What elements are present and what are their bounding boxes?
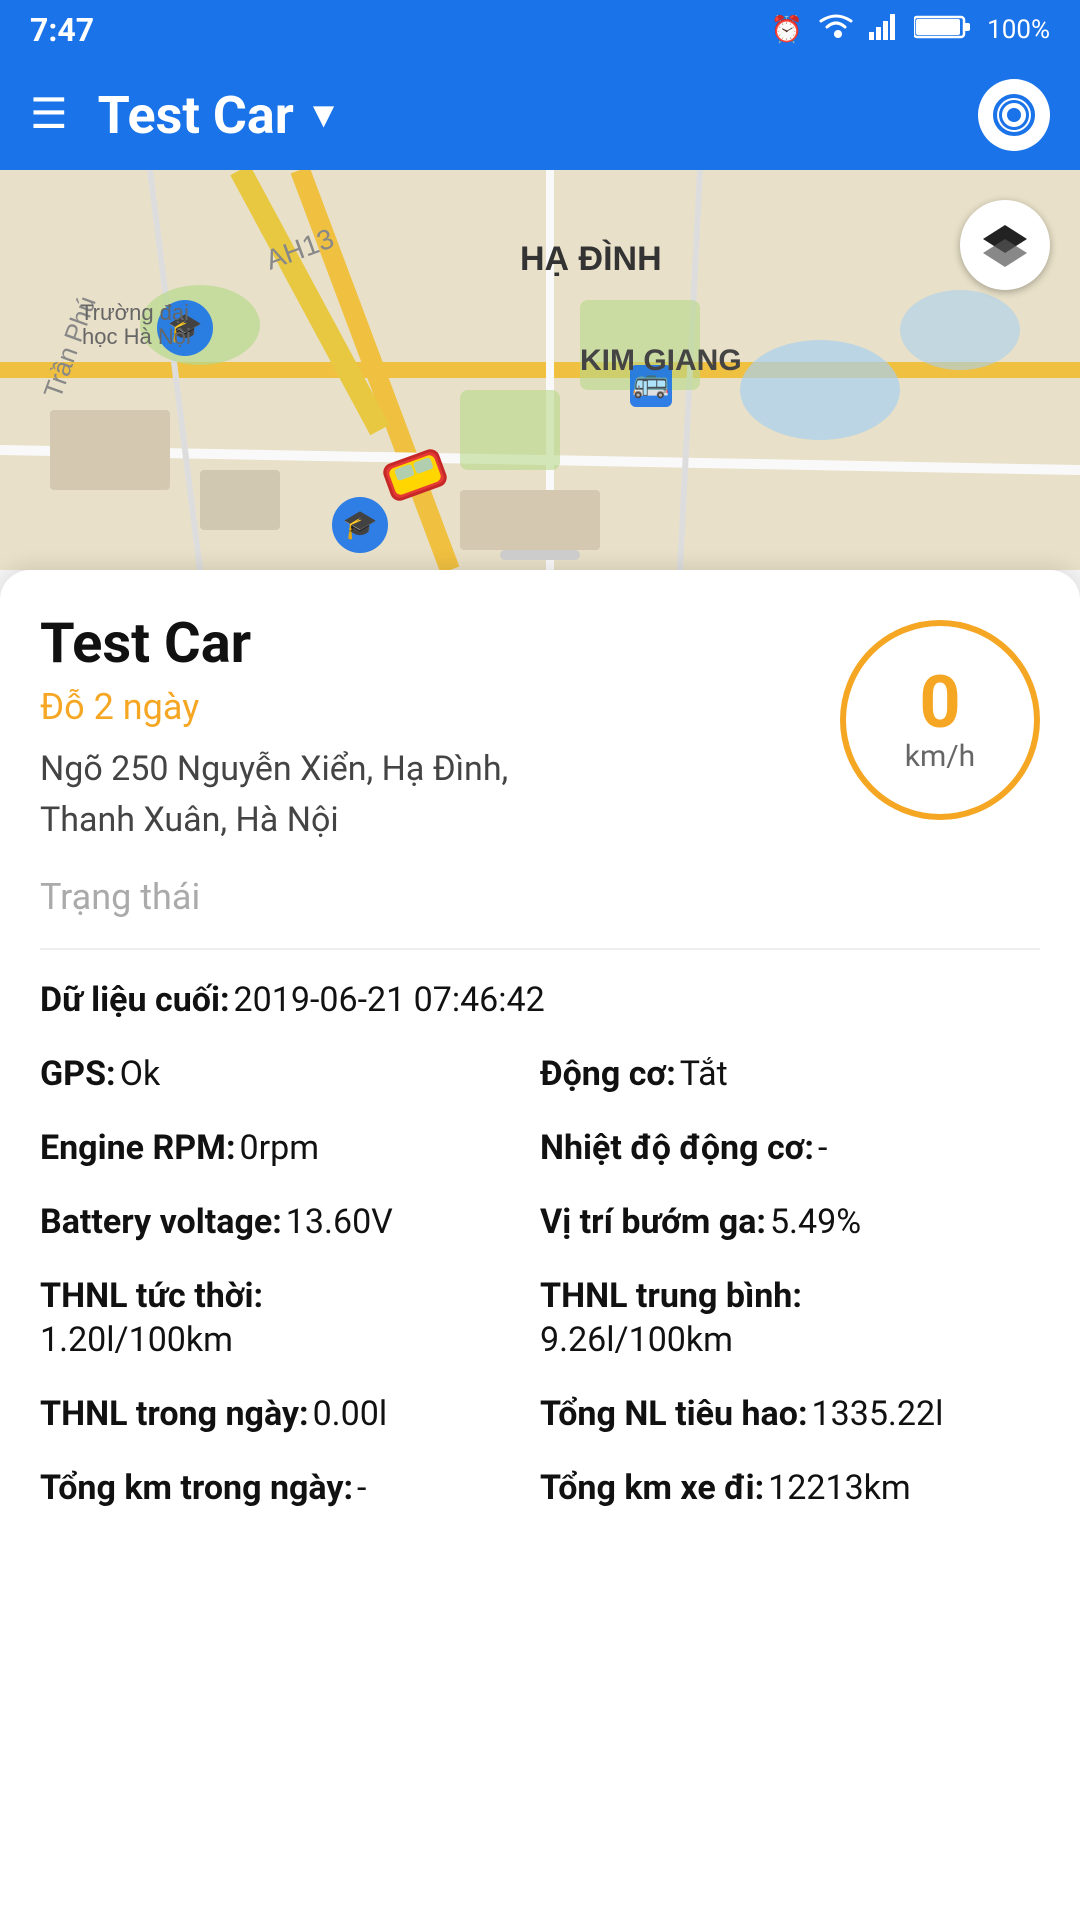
svg-text:học Hà Nội: học Hà Nội <box>82 324 191 349</box>
thnl-avg-col: THNL trung bình: 9.26l/100km <box>540 1276 1040 1360</box>
thnl-day-value: 0.00l <box>313 1394 388 1434</box>
engine-temp-label: Nhiệt độ động cơ: <box>540 1128 814 1168</box>
km-day-col: Tổng km trong ngày: - <box>40 1468 540 1508</box>
svg-text:Trường đại: Trường đại <box>80 300 189 325</box>
app-title-text: Test Car <box>98 85 294 146</box>
engine-temp-col: Nhiệt độ động cơ: - <box>540 1128 1040 1168</box>
thnl-instant-label: THNL tức thời: <box>40 1276 540 1316</box>
pull-handle[interactable] <box>500 550 580 560</box>
km-row: Tổng km trong ngày: - Tổng km xe đi: 122… <box>40 1468 1040 1508</box>
engine-temp-value: - <box>818 1128 827 1168</box>
total-km-value: 12213km <box>768 1468 911 1508</box>
map-view[interactable]: AH13 Trần Phú 🎓 🎓 🚌 HẠ ĐÌNH KIM GIANG Tr… <box>0 170 1080 570</box>
thnl-avg-label: THNL trung bình: <box>540 1276 1040 1316</box>
rpm-value: 0rpm <box>240 1128 320 1168</box>
vehicle-status: Đỗ 2 ngày <box>40 686 820 728</box>
thnl-avg-value: 9.26l/100km <box>540 1320 1040 1360</box>
status-label-text: Trạng thái <box>40 876 1040 918</box>
speed-value: 0 <box>919 667 960 739</box>
engine-value: Tắt <box>680 1054 728 1094</box>
battery-throttle-row: Battery voltage: 13.60V Vị trí bướm ga: … <box>40 1202 1040 1242</box>
wifi-icon <box>818 14 854 47</box>
thnl-day-label: THNL trong ngày: <box>40 1394 309 1434</box>
vehicle-info: Test Car Đỗ 2 ngày Ngõ 250 Nguyễn Xiển, … <box>40 610 820 846</box>
thnl-day-total-row: THNL trong ngày: 0.00l Tổng NL tiêu hao:… <box>40 1394 1040 1434</box>
gps-col: GPS: Ok <box>40 1054 540 1094</box>
thnl-day-col: THNL trong ngày: 0.00l <box>40 1394 540 1434</box>
vehicle-header: Test Car Đỗ 2 ngày Ngõ 250 Nguyễn Xiển, … <box>40 610 1040 846</box>
speed-unit: km/h <box>905 739 975 774</box>
data-section: Dữ liệu cuối: 2019-06-21 07:46:42 GPS: O… <box>40 970 1040 1508</box>
svg-text:🎓: 🎓 <box>343 509 378 541</box>
status-bar: 7:47 ⏰ <box>0 0 1080 60</box>
throttle-value: 5.49% <box>770 1202 861 1242</box>
throttle-col: Vị trí bướm ga: 5.49% <box>540 1202 1040 1242</box>
battery-col: Battery voltage: 13.60V <box>40 1202 540 1242</box>
battery-percent: 100% <box>987 15 1050 45</box>
status-icons: ⏰ 100% <box>771 13 1050 48</box>
gps-label: GPS: <box>40 1054 116 1094</box>
thnl-row: THNL tức thời: 1.20l/100km THNL trung bì… <box>40 1276 1040 1360</box>
battery-label: Battery voltage: <box>40 1202 282 1242</box>
battery-icon <box>914 13 972 48</box>
location-icon <box>993 94 1035 136</box>
total-km-col: Tổng km xe đi: 12213km <box>540 1468 1040 1508</box>
signal-icon <box>869 14 899 47</box>
last-data-label: Dữ liệu cuối: <box>40 980 230 1020</box>
rpm-label: Engine RPM: <box>40 1128 236 1168</box>
engine-label: Động cơ: <box>540 1054 676 1094</box>
location-button[interactable] <box>978 79 1050 151</box>
thnl-instant-col: THNL tức thời: 1.20l/100km <box>40 1276 540 1360</box>
last-data-value: 2019-06-21 07:46:42 <box>234 980 545 1020</box>
total-km-label: Tổng km xe đi: <box>540 1468 764 1508</box>
gps-value: Ok <box>120 1054 161 1094</box>
speed-circle: 0 km/h <box>840 620 1040 820</box>
menu-button[interactable]: ☰ <box>30 94 68 136</box>
dropdown-arrow-icon: ▼ <box>306 94 342 136</box>
gps-engine-row: GPS: Ok Động cơ: Tắt <box>40 1054 1040 1094</box>
total-fuel-col: Tổng NL tiêu hao: 1335.22l <box>540 1394 1040 1434</box>
divider-1 <box>40 948 1040 950</box>
status-time: 7:47 <box>30 11 94 49</box>
total-fuel-value: 1335.22l <box>812 1394 944 1434</box>
last-data-row: Dữ liệu cuối: 2019-06-21 07:46:42 <box>40 980 1040 1020</box>
alarm-icon: ⏰ <box>771 15 803 45</box>
vehicle-name: Test Car <box>40 610 820 676</box>
rpm-temp-row: Engine RPM: 0rpm Nhiệt độ động cơ: - <box>40 1128 1040 1168</box>
battery-value: 13.60V <box>286 1202 393 1242</box>
app-title[interactable]: Test Car ▼ <box>98 85 978 146</box>
km-day-value: - <box>357 1468 366 1508</box>
svg-text:HẠ ĐÌNH: HẠ ĐÌNH <box>520 240 662 278</box>
km-day-label: Tổng km trong ngày: <box>40 1468 353 1508</box>
bottom-panel: Test Car Đỗ 2 ngày Ngõ 250 Nguyễn Xiển, … <box>0 570 1080 1920</box>
total-fuel-label: Tổng NL tiêu hao: <box>540 1394 808 1434</box>
engine-col: Động cơ: Tắt <box>540 1054 1040 1094</box>
vehicle-address: Ngõ 250 Nguyễn Xiển, Hạ Đình, Thanh Xuân… <box>40 744 600 846</box>
throttle-label: Vị trí bướm ga: <box>540 1202 766 1242</box>
thnl-instant-value: 1.20l/100km <box>40 1320 540 1360</box>
map-layer-button[interactable] <box>960 200 1050 290</box>
rpm-col: Engine RPM: 0rpm <box>40 1128 540 1168</box>
svg-text:KIM GIANG: KIM GIANG <box>580 344 742 377</box>
top-bar: ☰ Test Car ▼ <box>0 60 1080 170</box>
